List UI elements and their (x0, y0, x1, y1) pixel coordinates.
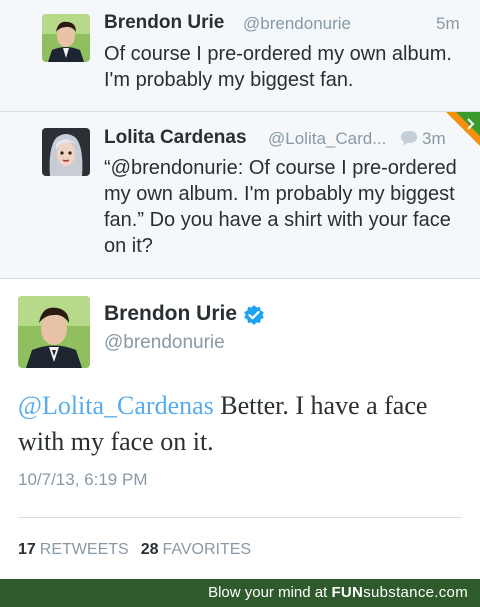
tweet-author-handle[interactable]: @Lolita_Card... (268, 129, 386, 149)
tweet-time: 3m (422, 129, 446, 148)
watermark-brand: FUNsubstance.com (331, 584, 468, 601)
retweet-corner-badge-icon (446, 112, 480, 146)
avatar-brendon-main[interactable] (18, 296, 90, 368)
avatar-brendon[interactable] (42, 14, 90, 62)
watermark-caption: Blow your mind at (208, 584, 328, 601)
conversation-icon (399, 129, 419, 152)
watermark-text: Blow your mind at FUNsubstance.com (208, 584, 468, 601)
tweet-timestamp: 10/7/13, 6:19 PM (18, 470, 148, 489)
divider (18, 517, 462, 518)
favorites-label[interactable]: FAVORITES (162, 541, 251, 558)
main-author-name[interactable]: Brendon Urie (104, 302, 237, 326)
main-tweet-text: @Lolita_Cardenas Better. I have a face w… (18, 388, 468, 460)
mention-link[interactable]: @Lolita_Cardenas (18, 391, 214, 420)
verified-badge-icon (243, 304, 265, 326)
tweet-author-name[interactable]: Lolita Cardenas (104, 127, 247, 149)
avatar-lolita[interactable] (42, 128, 90, 176)
watermark-footer: Blow your mind at FUNsubstance.com (0, 579, 480, 607)
brand-fun: FUN (331, 584, 364, 601)
tweet-author-name[interactable]: Brendon Urie (104, 12, 224, 34)
tweet-text: Of course I pre-ordered my own album. I'… (104, 43, 452, 91)
main-author-handle[interactable]: @brendonurie (104, 332, 225, 354)
brand-sub: substance (363, 584, 435, 601)
tweet-text: “@brendonurie: Of course I pre-ordered m… (104, 157, 457, 257)
tweet-author-handle[interactable]: @brendonurie (243, 14, 351, 34)
tweet-time: 5m (436, 14, 460, 33)
retweets-count[interactable]: 17 (18, 541, 36, 558)
favorites-count[interactable]: 28 (141, 541, 159, 558)
brand-com: .com (434, 584, 468, 601)
tweet-stats: 17 RETWEETS 28 FAVORITES (18, 541, 251, 559)
retweets-label[interactable]: RETWEETS (40, 541, 129, 558)
